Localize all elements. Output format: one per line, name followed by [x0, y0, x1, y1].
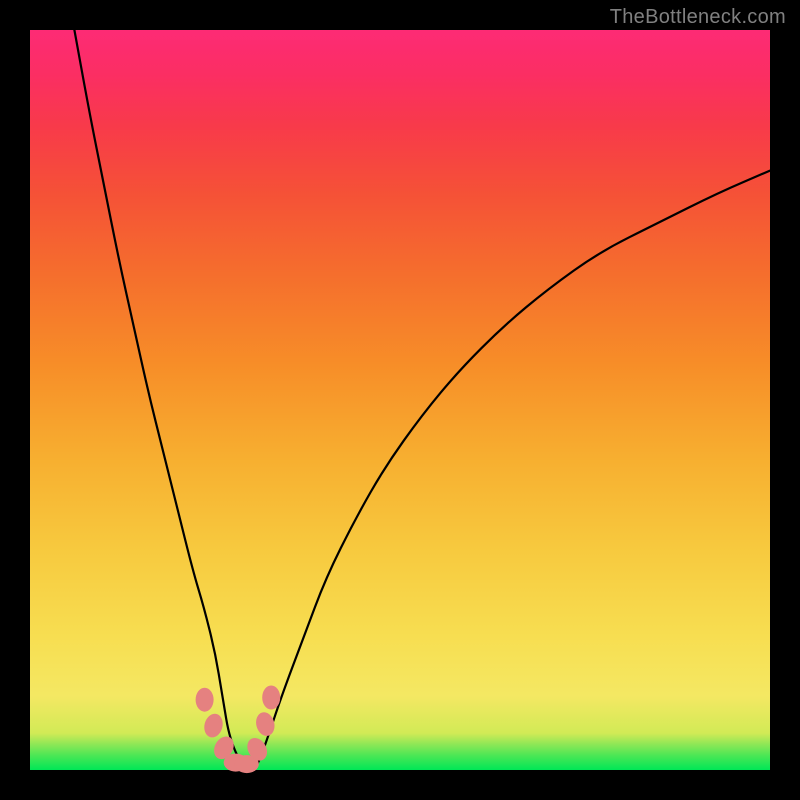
marker-dot — [196, 688, 214, 712]
bottleneck-curve — [74, 30, 770, 770]
watermark-text: TheBottleneck.com — [610, 6, 786, 29]
marker-cluster — [196, 686, 281, 774]
marker-dot — [262, 686, 280, 710]
plot-area — [30, 30, 770, 770]
chart-frame: TheBottleneck.com — [0, 0, 800, 800]
marker-dot — [202, 712, 226, 740]
marker-dot — [254, 710, 278, 738]
chart-svg — [30, 30, 770, 770]
